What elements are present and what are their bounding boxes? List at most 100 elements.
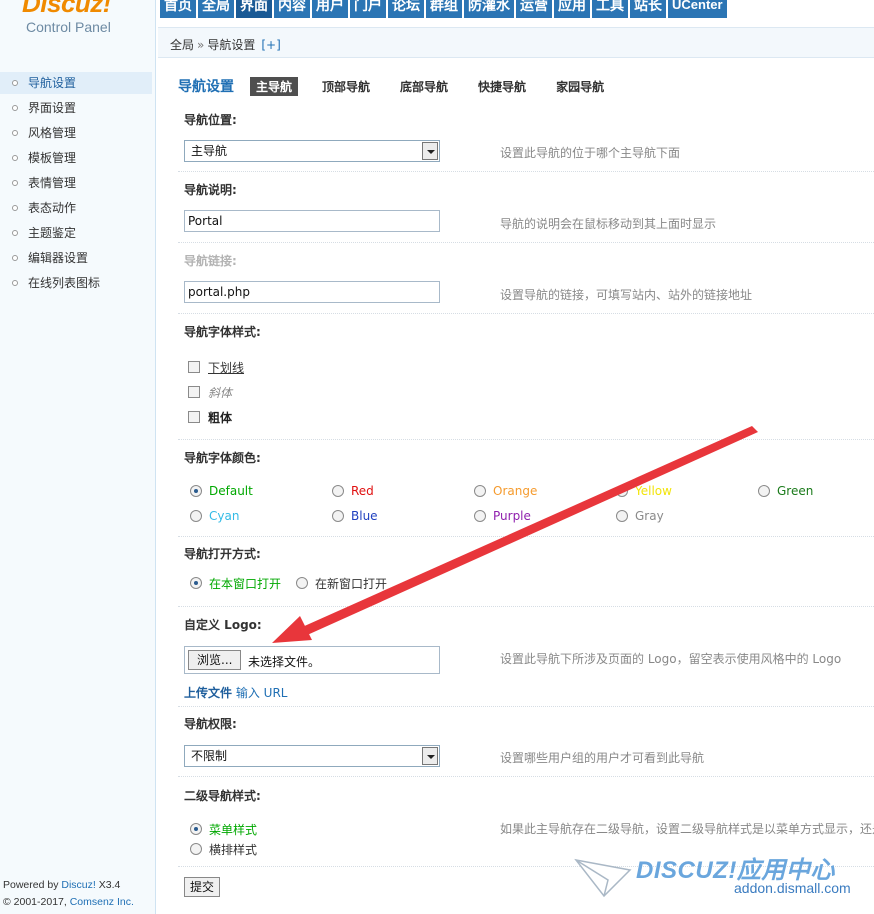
submit-button[interactable]: 提交 [184,877,221,897]
sidebar-item-thread-stamps[interactable]: 主题鉴定 [0,222,152,244]
radio-button[interactable] [616,510,628,522]
main-content: 导航设置 主导航 顶部导航 底部导航 快捷导航 家园导航 导航位置: 主导航 设… [158,60,874,914]
horizontal-style-label: 横排样式 [209,842,258,857]
italic-option[interactable]: 斜体 [188,383,232,401]
logo-subtitle: Control Panel [26,19,111,35]
topnav-ucenter[interactable]: UCenter [668,0,727,18]
upload-file-link[interactable]: 上传文件 [184,686,232,700]
tab-top-nav[interactable]: 顶部导航 [316,77,376,96]
sidebar-item-click-actions[interactable]: 表态动作 [0,197,152,219]
color-option-cyan[interactable]: Cyan [190,507,239,525]
input-url-link[interactable]: 输入 URL [236,686,288,700]
bold-option[interactable]: 粗体 [188,408,232,426]
sidebar-item-smilies[interactable]: 表情管理 [0,172,152,194]
sidebar-item-label: 编辑器设置 [28,251,89,265]
color-option-default[interactable]: Default [190,482,253,500]
topnav-founder[interactable]: 站长 [630,0,666,18]
sidebar-item-online-icons[interactable]: 在线列表图标 [0,272,152,294]
topnav-tools[interactable]: 工具 [592,0,628,18]
underline-option[interactable]: 下划线 [188,358,244,376]
divider [178,242,874,243]
position-select[interactable]: 主导航 [184,140,440,162]
add-to-shortcut-link[interactable]: [+] [261,38,280,52]
radio-button[interactable] [190,510,202,522]
comsenz-link[interactable]: Comsenz Inc. [70,896,134,908]
color-option-orange[interactable]: Orange [474,482,537,500]
radio-button[interactable] [190,577,202,589]
open-same-window-option[interactable]: 在本窗口打开 [190,574,281,592]
divider [178,439,874,440]
discuz-link[interactable]: Discuz! [61,879,95,891]
logo: Discuz! [22,0,111,18]
bullet-icon [12,280,18,286]
topnav-plugin[interactable]: 应用 [554,0,590,18]
radio-button[interactable] [296,577,308,589]
description-input[interactable]: Portal [184,210,440,232]
link-label: 导航链接: [184,254,237,268]
topnav-global[interactable]: 全局 [198,0,234,18]
sidebar-item-styles[interactable]: 风格管理 [0,122,152,144]
color-option-gray[interactable]: Gray [616,507,664,525]
topnav-forum[interactable]: 论坛 [388,0,424,18]
open-new-window-option[interactable]: 在新窗口打开 [296,574,387,592]
menu-style-option[interactable]: 菜单样式 [190,820,257,838]
radio-button[interactable] [474,510,486,522]
position-label: 导航位置: [184,113,237,127]
watermark-url: addon.dismall.com [734,880,851,896]
browse-button[interactable]: 浏览... [188,650,242,670]
tab-home-nav[interactable]: 家园导航 [550,77,610,96]
tab-footer-nav[interactable]: 底部导航 [394,77,454,96]
sidebar-item-editor-settings[interactable]: 编辑器设置 [0,247,152,269]
open-mode-label: 导航打开方式: [184,547,261,561]
copyright-line: © 2001-2017, Comsenz Inc. [3,894,134,911]
description-label: 导航说明: [184,183,237,197]
color-option-blue[interactable]: Blue [332,507,378,525]
bold-checkbox[interactable] [188,411,200,423]
breadcrumb-current: 导航设置 [207,38,256,52]
radio-button[interactable] [332,485,344,497]
radio-button[interactable] [616,485,628,497]
radio-button[interactable] [332,510,344,522]
link-input[interactable]: portal.php [184,281,440,303]
topnav-group[interactable]: 群组 [426,0,462,18]
radio-button[interactable] [190,485,202,497]
radio-button[interactable] [474,485,486,497]
logo-label: 自定义 Logo: [184,618,262,632]
powered-by-line: Powered by Discuz! X3.4 [3,877,134,894]
copyright-text: © 2001-2017, [3,896,70,908]
radio-button[interactable] [190,843,202,855]
topnav-user[interactable]: 用户 [312,0,348,18]
version-text: X3.4 [95,879,121,891]
topnav-home[interactable]: 首页 [160,0,196,18]
topnav-antispam[interactable]: 防灌水 [464,0,514,18]
tab-quick-nav[interactable]: 快捷导航 [472,77,532,96]
logo-file-input[interactable]: 浏览... 未选择文件。 [184,646,440,674]
breadcrumb-root[interactable]: 全局 [170,38,194,52]
underline-checkbox[interactable] [188,361,200,373]
sidebar-item-ui-settings[interactable]: 界面设置 [0,97,152,119]
color-option-red[interactable]: Red [332,482,374,500]
font-style-label: 导航字体样式: [184,325,261,339]
radio-button[interactable] [758,485,770,497]
chevron-down-icon[interactable] [422,142,438,160]
color-option-label: Gray [635,509,664,523]
tab-main-nav[interactable]: 主导航 [250,76,299,96]
italic-checkbox[interactable] [188,386,200,398]
color-option-yellow[interactable]: Yellow [616,482,672,500]
topnav-style[interactable]: 界面 [236,0,272,18]
bullet-icon [12,230,18,236]
color-option-green[interactable]: Green [758,482,813,500]
horizontal-style-option[interactable]: 横排样式 [190,840,257,858]
divider [178,776,874,777]
color-option-label: Purple [493,509,531,523]
topnav-content[interactable]: 内容 [274,0,310,18]
color-option-purple[interactable]: Purple [474,507,531,525]
sidebar-item-nav-settings[interactable]: 导航设置 [0,72,152,94]
position-select-value: 主导航 [191,144,228,158]
chevron-down-icon[interactable] [422,747,438,765]
radio-button[interactable] [190,823,202,835]
topnav-portal[interactable]: 门户 [350,0,386,18]
sidebar-item-templates[interactable]: 模板管理 [0,147,152,169]
permission-select[interactable]: 不限制 [184,745,440,767]
topnav-operation[interactable]: 运营 [516,0,552,18]
